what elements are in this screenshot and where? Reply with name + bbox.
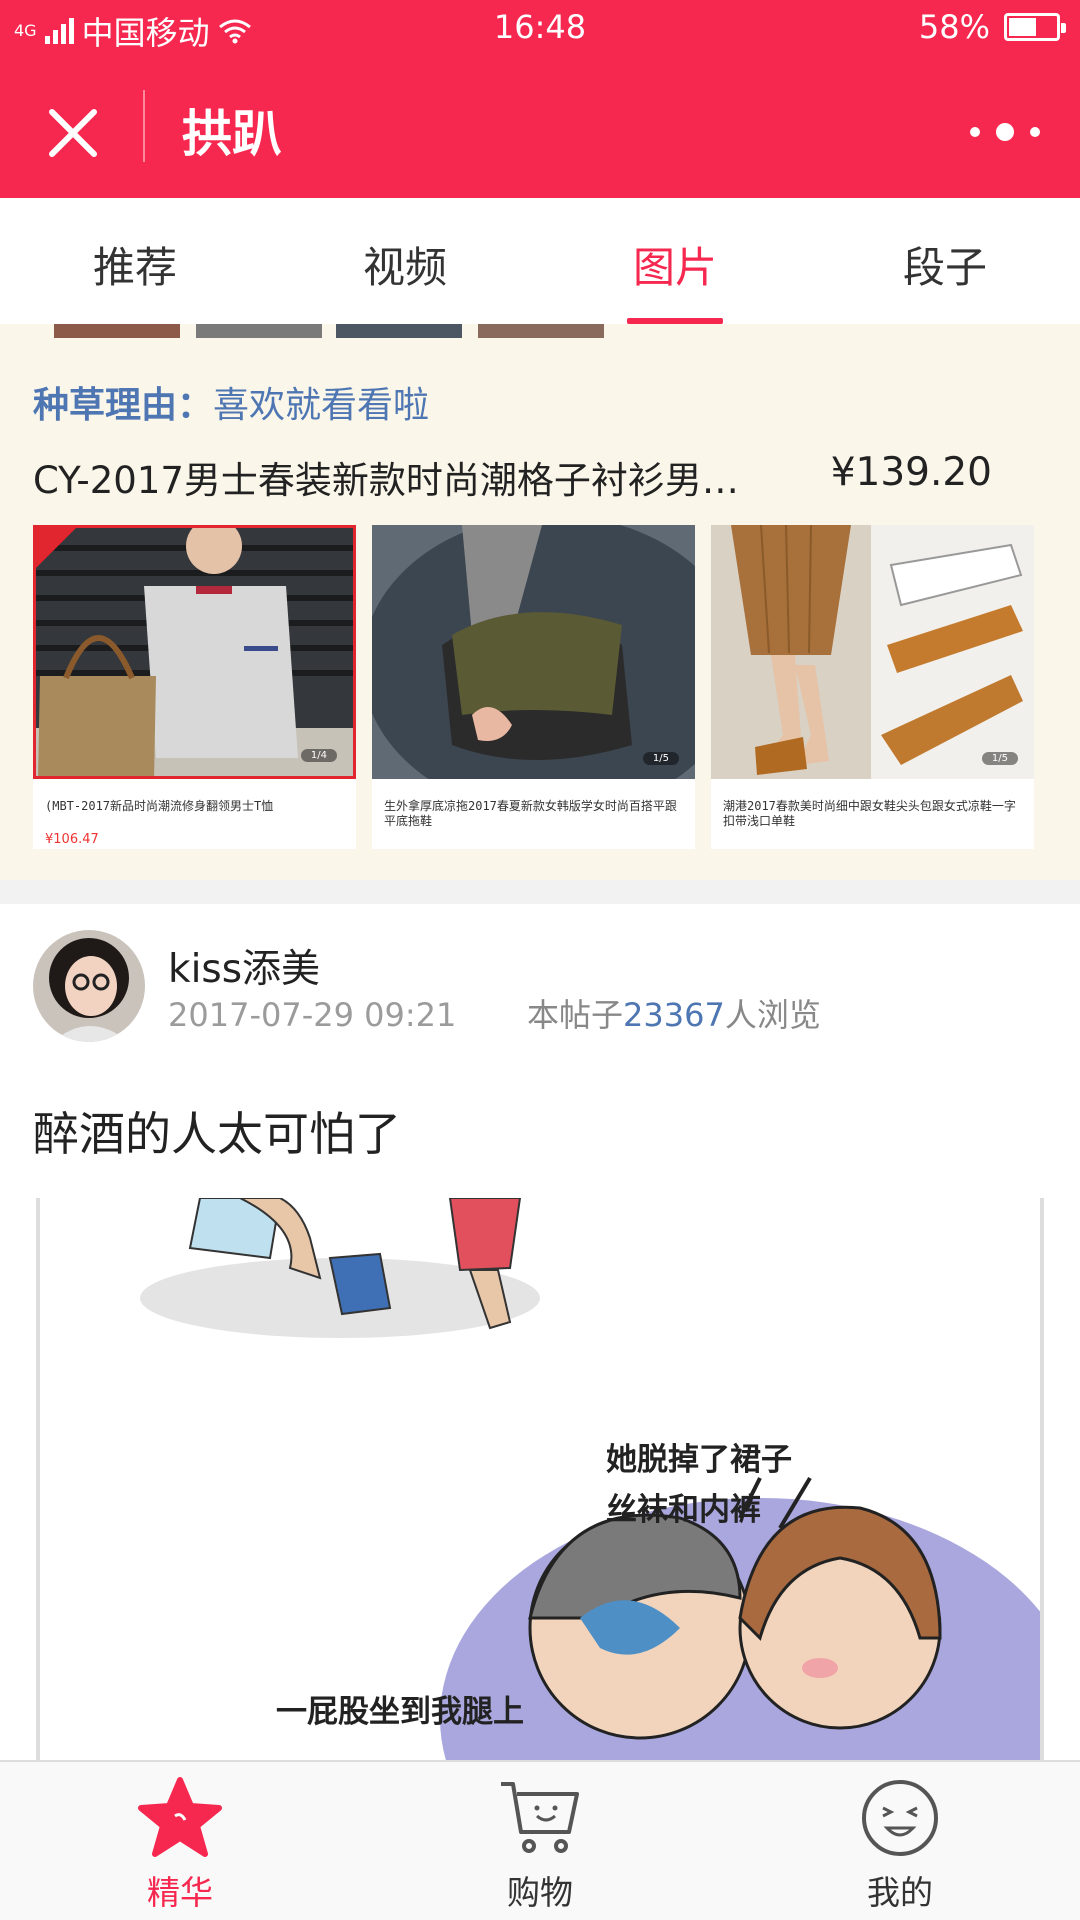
- product-caption: (MBT-2017新品时尚潮流修身翻领男士T恤: [45, 799, 274, 813]
- recommend-reason: 种草理由：喜欢就看看啦: [33, 376, 429, 428]
- post-image[interactable]: 她脱掉了裙子 丝袜和内裤 一屁股坐到我腿上: [36, 1198, 1044, 1760]
- product-price: ¥139.20: [830, 450, 992, 495]
- view-count: 本帖子23367人浏览: [527, 996, 821, 1034]
- tab-video[interactable]: 视频: [270, 198, 540, 324]
- shopping-recommendation: 种草理由：喜欢就看看啦 CY-2017男士春装新款时尚潮格子衬衫男… ¥139.…: [0, 324, 1080, 880]
- reason-label: 种草理由：: [33, 385, 214, 426]
- more-dots-icon: [970, 127, 980, 137]
- product-card-price: ¥106.47: [45, 832, 99, 847]
- product-image: 1/5: [372, 525, 695, 779]
- nav-mine[interactable]: 我的: [720, 1762, 1080, 1920]
- battery-percent: 58%: [918, 8, 990, 46]
- product-name[interactable]: CY-2017男士春装新款时尚潮格子衬衫男…: [33, 450, 793, 504]
- page-title: 拱趴: [182, 105, 282, 163]
- view-count-number: 23367: [623, 996, 725, 1034]
- avatar[interactable]: [33, 930, 145, 1042]
- image-counter: 1/5: [981, 752, 1018, 765]
- smiley-face-icon: [862, 1780, 938, 1856]
- nav-shopping[interactable]: 购物: [360, 1762, 720, 1920]
- category-tabs: 推荐 视频 图片 段子: [0, 198, 1080, 324]
- nav-featured[interactable]: 精华: [0, 1762, 360, 1920]
- author-name[interactable]: kiss添美: [168, 938, 320, 994]
- status-bar: 4G 中国移动 16:48 58%: [0, 0, 1080, 56]
- battery-icon: [1004, 13, 1066, 41]
- product-caption: 潮港2017春款美时尚细中跟女鞋尖头包跟女式凉鞋一字扣带浅口单鞋: [723, 799, 1016, 828]
- nav-label: 精华: [147, 1873, 213, 1912]
- product-image: 1/4: [33, 525, 356, 779]
- image-counter: 1/5: [642, 752, 679, 765]
- title-bar: 拱趴: [0, 56, 1080, 198]
- nav-label: 我的: [867, 1873, 933, 1912]
- product-image: 1/5: [711, 525, 1034, 779]
- tab-pictures[interactable]: 图片: [540, 198, 810, 324]
- tab-recommend[interactable]: 推荐: [0, 198, 270, 324]
- nav-label: 购物: [507, 1873, 573, 1912]
- product-card[interactable]: 1/5 生外拿厚底凉拖2017春夏新款女韩版学女时尚百搭平跟平底拖鞋: [372, 525, 695, 849]
- tab-jokes[interactable]: 段子: [810, 198, 1080, 324]
- product-caption: 生外拿厚底凉拖2017春夏新款女韩版学女时尚百搭平跟平底拖鞋: [384, 799, 677, 828]
- section-divider: [0, 880, 1080, 904]
- product-card[interactable]: 1/4 (MBT-2017新品时尚潮流修身翻领男士T恤 ¥106.47: [33, 525, 356, 849]
- title-divider: [143, 90, 145, 162]
- comic-caption: 她脱掉了裙子: [606, 1442, 792, 1478]
- comic-caption: 丝袜和内裤: [606, 1492, 761, 1528]
- bottom-navigation: 精华 购物 我的: [0, 1760, 1080, 1920]
- close-icon: [49, 109, 97, 157]
- comic-caption: 一屁股坐到我腿上: [276, 1694, 524, 1730]
- shopping-cart-icon: [501, 1782, 579, 1853]
- reason-text: 喜欢就看看啦: [213, 385, 430, 426]
- image-counter: 1/4: [300, 749, 337, 762]
- post-title[interactable]: 醉酒的人太可怕了: [33, 1098, 401, 1164]
- more-button[interactable]: [970, 112, 1040, 152]
- post-time: 2017-07-29 09:21: [168, 996, 457, 1034]
- thumbnail-strip: [54, 324, 180, 338]
- close-button[interactable]: [38, 98, 108, 168]
- product-card[interactable]: 1/5 潮港2017春款美时尚细中跟女鞋尖头包跟女式凉鞋一字扣带浅口单鞋: [711, 525, 1034, 849]
- product-cards: 1/4 (MBT-2017新品时尚潮流修身翻领男士T恤 ¥106.47 1/5 …: [33, 525, 1034, 849]
- star-icon: [138, 1777, 222, 1857]
